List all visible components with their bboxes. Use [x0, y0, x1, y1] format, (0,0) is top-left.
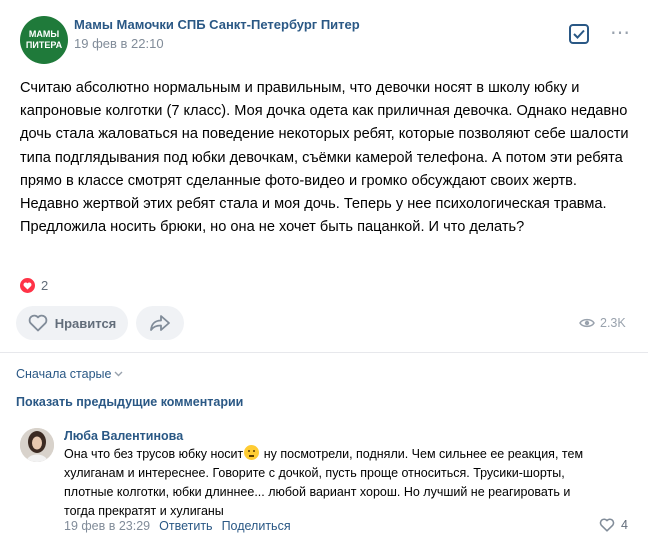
group-name[interactable]: Мамы Мамочки СПБ Санкт-Петербург Питер: [74, 17, 360, 32]
share-arrow-icon: [150, 315, 170, 331]
more-icon[interactable]: ⋯: [610, 20, 631, 45]
bookmark-check-icon[interactable]: [569, 24, 589, 44]
like-label: Нравится: [54, 315, 117, 331]
eye-icon: [579, 318, 595, 328]
heart-icon: [20, 278, 35, 293]
group-avatar[interactable]: МАМЫ ПИТЕРА: [20, 16, 68, 64]
comment-like-count: 4: [621, 518, 628, 532]
divider: [0, 352, 648, 353]
comment-like-button[interactable]: 4: [599, 518, 628, 532]
reply-button[interactable]: Ответить: [159, 519, 212, 533]
commenter-avatar[interactable]: [20, 428, 54, 462]
comment-text-part-1: Она что без трусов юбку носит: [64, 447, 244, 461]
comment-author[interactable]: Люба Валентинова: [64, 429, 183, 443]
thinking-emoji-icon: [244, 445, 260, 460]
sort-label: Сначала старые: [16, 367, 112, 381]
group-avatar-text: МАМЫ ПИТЕРА: [25, 29, 63, 50]
post-text: Считаю абсолютно нормальным и правильным…: [20, 80, 629, 236]
reaction-count: 2: [41, 278, 49, 293]
share-button[interactable]: [136, 306, 184, 340]
comment-text: Она что без трусов юбку носит ну посмотр…: [64, 445, 604, 521]
views: 2.3K: [579, 316, 626, 330]
comment-meta: 19 фев в 23:29 Ответить Поделиться: [64, 519, 291, 533]
like-button[interactable]: Нравится: [16, 306, 128, 340]
post-time[interactable]: 19 фев в 22:10: [74, 36, 164, 51]
show-previous-comments[interactable]: Показать предыдущие комментарии: [16, 395, 243, 409]
comment-time[interactable]: 19 фев в 23:29: [64, 519, 150, 533]
comment-share-button[interactable]: Поделиться: [222, 519, 291, 533]
post: МАМЫ ПИТЕРА Мамы Мамочки СПБ Санкт-Петер…: [0, 0, 648, 350]
heart-outline-icon: [599, 518, 615, 532]
views-count: 2.3K: [600, 316, 626, 330]
heart-outline-icon: [28, 314, 48, 332]
reactions[interactable]: 2: [20, 278, 48, 293]
comments-sort[interactable]: Сначала старые: [16, 367, 123, 381]
chevron-down-icon: [114, 371, 123, 377]
